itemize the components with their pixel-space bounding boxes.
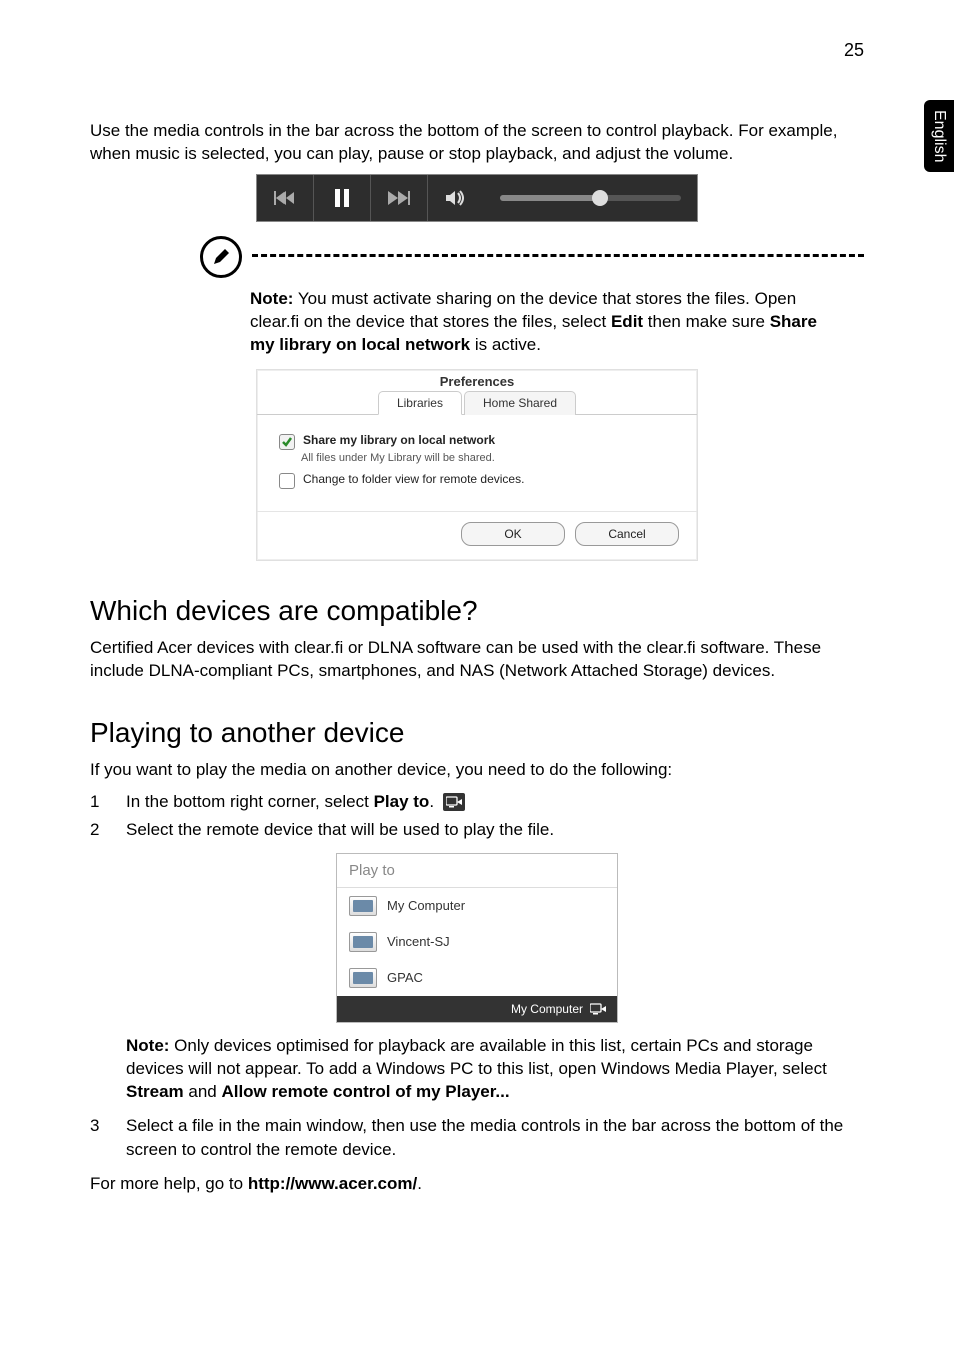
cancel-button[interactable]: Cancel — [575, 522, 679, 546]
play-to-panel: Play to My Computer Vincent-SJ GPAC My C… — [336, 853, 618, 1023]
skip-back-icon — [274, 191, 296, 205]
language-tab: English — [924, 100, 954, 172]
note-play-to: Note: Only devices optimised for playbac… — [126, 1035, 854, 1104]
skip-forward-icon — [388, 191, 410, 205]
volume-track — [500, 195, 681, 201]
share-library-sublabel: All files under My Library will be share… — [301, 452, 675, 464]
page-number: 25 — [844, 40, 864, 61]
pencil-icon — [211, 247, 231, 267]
folder-view-row: Change to folder view for remote devices… — [279, 472, 675, 489]
note-text: Note: You must activate sharing on the d… — [250, 288, 824, 357]
volume-icon — [446, 190, 466, 206]
heading-playing: Playing to another device — [90, 717, 864, 749]
compatible-paragraph: Certified Acer devices with clear.fi or … — [90, 637, 864, 683]
device-icon — [349, 896, 377, 916]
play-to-footer-icon — [589, 1002, 607, 1016]
volume-thumb[interactable] — [592, 190, 608, 206]
share-library-row: Share my library on local network — [279, 433, 675, 450]
preferences-dialog: Preferences Libraries Home Shared Share … — [256, 369, 698, 561]
more-help: For more help, go to http://www.acer.com… — [90, 1173, 864, 1196]
next-button[interactable] — [371, 175, 428, 221]
play-to-item-label: Vincent-SJ — [387, 934, 450, 949]
play-to-footer-label: My Computer — [511, 1002, 583, 1016]
volume-slider[interactable] — [484, 195, 697, 201]
play-to-item-label: My Computer — [387, 898, 465, 913]
ok-button[interactable]: OK — [461, 522, 565, 546]
volume-fill — [500, 195, 600, 201]
share-library-checkbox[interactable] — [279, 434, 295, 450]
device-icon — [349, 932, 377, 952]
media-control-bar — [256, 174, 698, 222]
note-label: Note: — [250, 289, 293, 308]
device-icon — [349, 968, 377, 988]
volume-icon-button[interactable] — [428, 175, 484, 221]
step-2: 2 Select the remote device that will be … — [90, 818, 864, 843]
note-icon — [200, 236, 242, 278]
tab-libraries[interactable]: Libraries — [378, 391, 462, 415]
preferences-title: Preferences — [257, 370, 697, 391]
play-to-icon — [443, 793, 465, 811]
play-to-footer[interactable]: My Computer — [337, 996, 617, 1022]
dashed-divider — [252, 254, 864, 257]
step-number: 1 — [90, 790, 108, 815]
share-library-label: Share my library on local network — [303, 433, 495, 447]
folder-view-label: Change to folder view for remote devices… — [303, 472, 524, 486]
play-to-header: Play to — [337, 854, 617, 888]
play-to-item-my-computer[interactable]: My Computer — [337, 888, 617, 924]
step-3: 3 Select a file in the main window, then… — [90, 1114, 864, 1163]
step-1: 1 In the bottom right corner, select Pla… — [90, 790, 864, 815]
checkmark-icon — [281, 436, 293, 448]
folder-view-checkbox[interactable] — [279, 473, 295, 489]
previous-button[interactable] — [257, 175, 314, 221]
tab-home-shared[interactable]: Home Shared — [464, 391, 576, 415]
pause-button[interactable] — [314, 175, 371, 221]
playing-intro: If you want to play the media on another… — [90, 759, 864, 782]
step-number: 3 — [90, 1114, 108, 1163]
step-number: 2 — [90, 818, 108, 843]
preferences-tabs: Libraries Home Shared — [257, 391, 697, 415]
intro-paragraph: Use the media controls in the bar across… — [90, 120, 864, 166]
heading-compatible: Which devices are compatible? — [90, 595, 864, 627]
pause-icon — [335, 189, 349, 207]
divider — [257, 511, 697, 512]
play-to-item-gpac[interactable]: GPAC — [337, 960, 617, 996]
play-to-item-vincent-sj[interactable]: Vincent-SJ — [337, 924, 617, 960]
play-to-item-label: GPAC — [387, 970, 423, 985]
